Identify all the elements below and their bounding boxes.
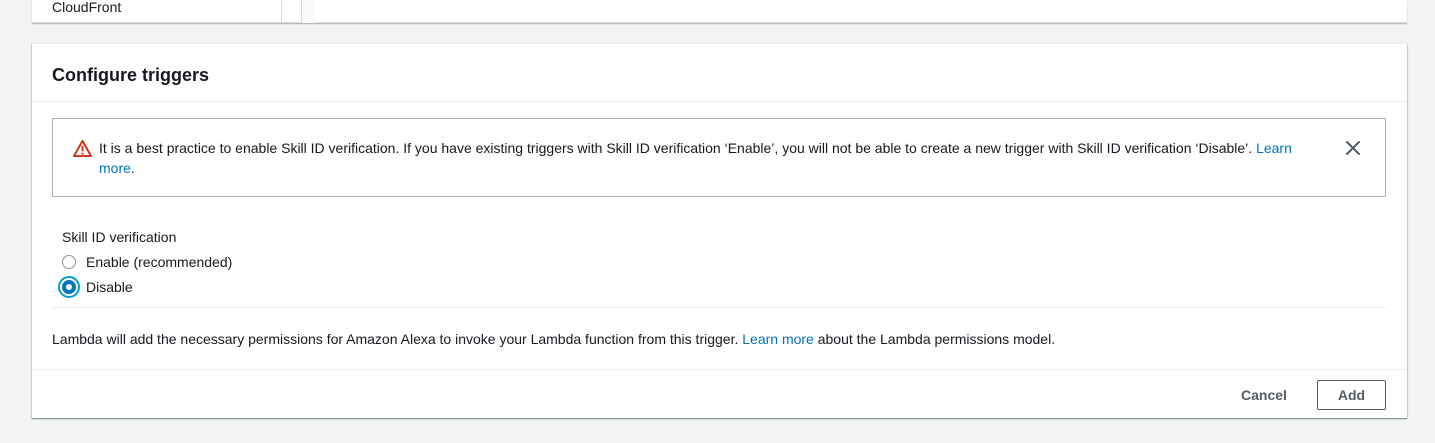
radio-disable-circle[interactable] — [62, 280, 76, 294]
warning-icon — [73, 139, 92, 158]
list-item-cloudfront[interactable]: CloudFront — [52, 0, 121, 14]
skill-id-verification-label: Skill ID verification — [62, 229, 177, 245]
radio-disable[interactable]: Disable — [58, 276, 133, 298]
configure-triggers-panel: Configure triggers It is a best practice… — [32, 43, 1407, 418]
previous-panel: CloudFront — [32, 0, 1407, 23]
permissions-info: Lambda will add the necessary permission… — [52, 329, 1055, 349]
panel-header: Configure triggers — [32, 44, 1407, 102]
radio-enable[interactable]: Enable (recommended) — [62, 252, 232, 272]
radio-enable-label[interactable]: Enable (recommended) — [86, 252, 232, 272]
divider — [52, 307, 1386, 308]
alert-learn-more-link-part2[interactable]: more — [99, 160, 131, 176]
list-scrollbar[interactable] — [301, 0, 315, 23]
alert-text: It is a best practice to enable Skill ID… — [99, 140, 1253, 156]
trigger-list: CloudFront — [32, 0, 282, 23]
panel-title: Configure triggers — [52, 65, 210, 85]
info-learn-more-link[interactable]: Learn more — [742, 331, 814, 347]
add-button[interactable]: Add — [1317, 380, 1386, 410]
radio-disable-focus-ring[interactable] — [58, 276, 80, 298]
cancel-button[interactable]: Cancel — [1231, 380, 1297, 410]
info-text-after: about the Lambda permissions model. — [813, 331, 1056, 347]
alert-message: It is a best practice to enable Skill ID… — [99, 138, 1339, 178]
alert-trailing: . — [130, 160, 135, 176]
radio-enable-circle[interactable] — [62, 255, 76, 269]
close-icon[interactable] — [1343, 138, 1363, 158]
panel-footer: Cancel Add — [32, 369, 1407, 419]
alert-learn-more-link-part1[interactable]: Learn — [1256, 140, 1292, 156]
skill-id-verification-field: Skill ID verification Enable (recommende… — [58, 228, 1392, 298]
warning-alert: It is a best practice to enable Skill ID… — [52, 118, 1386, 197]
info-text-before: Lambda will add the necessary permission… — [52, 331, 743, 347]
radio-disable-label[interactable]: Disable — [86, 277, 133, 297]
